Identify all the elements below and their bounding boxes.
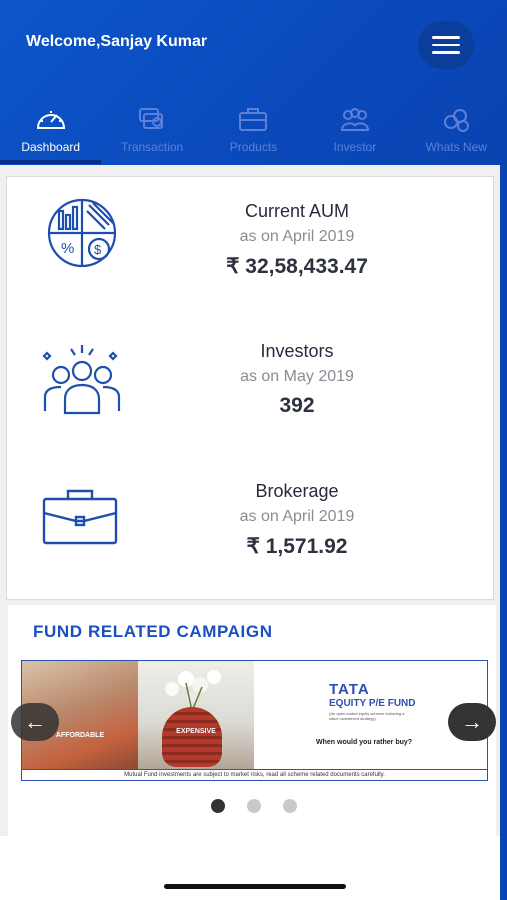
svg-text:%: %: [61, 240, 74, 257]
menu-line: [432, 36, 460, 39]
menu-line: [432, 43, 460, 47]
stat-brokerage[interactable]: Brokerage as on April 2019 ₹ 1,571.92: [7, 457, 495, 577]
stat-value: ₹ 32,58,433.47: [226, 255, 368, 278]
investors-group-icon: [42, 345, 121, 415]
pie-chart-finance-icon: % $: [47, 198, 117, 268]
tab-label: Investor: [333, 140, 377, 154]
flowers-graphic: [165, 670, 221, 711]
expensive-label: EXPENSIVE: [176, 728, 216, 735]
home-indicator[interactable]: [164, 884, 346, 889]
stat-date: as on May 2019: [240, 368, 354, 385]
hamburger-menu-button[interactable]: [418, 21, 474, 69]
vase-graphic: [162, 707, 222, 767]
coins-icon: [444, 109, 470, 132]
tab-whats-new[interactable]: Whats New: [406, 100, 507, 162]
bottom-area: [0, 836, 500, 900]
carousel-prev-button[interactable]: ←: [11, 703, 59, 741]
briefcase-icon: [42, 489, 118, 545]
tab-label: Products: [229, 140, 278, 154]
tab-investor[interactable]: Investor: [304, 100, 405, 162]
carousel-dot[interactable]: [210, 799, 225, 813]
stat-value: 392: [279, 394, 315, 417]
tab-dashboard[interactable]: Dashboard: [0, 100, 101, 162]
app-header: Welcome,Sanjay Kumar Dashboard Transacti…: [0, 0, 507, 165]
stat-date: as on April 2019: [239, 508, 355, 525]
stat-title: Current AUM: [244, 201, 350, 221]
stat-title: Brokerage: [255, 481, 339, 501]
carousel-dots: [0, 799, 507, 813]
carousel-dot[interactable]: [282, 799, 297, 813]
stat-title: Investors: [260, 341, 334, 361]
tab-label: Whats New: [425, 140, 487, 154]
team-icon: [340, 108, 369, 131]
banner-disclaimer: Mutual Fund investments are subject to m…: [22, 769, 487, 780]
fund-name: EQUITY P/E FUND: [329, 698, 416, 709]
speedometer-icon: [36, 111, 65, 129]
welcome-text: Welcome,Sanjay Kumar: [26, 33, 208, 50]
stat-value: ₹ 1,571.92: [246, 535, 348, 558]
tata-logo-text: TATA: [329, 681, 370, 698]
carousel-dot[interactable]: [246, 799, 261, 813]
stats-card: % $ Current AUM as on April 2019 ₹ 32,58…: [6, 176, 494, 600]
vase-photo: EXPENSIVE: [138, 661, 254, 769]
tab-label: Transaction: [120, 140, 184, 154]
fund-subtitle: (An open ended equity scheme following a…: [329, 711, 405, 721]
tab-products[interactable]: Products: [203, 100, 304, 162]
tab-label: Dashboard: [21, 140, 81, 154]
svg-text:$: $: [94, 242, 102, 257]
campaign-title: FUND RELATED CAMPAIGN: [33, 622, 273, 641]
scroll-edge: [500, 165, 507, 900]
menu-line: [432, 51, 460, 54]
briefcase-icon: [239, 108, 268, 131]
banner-question: When would you rather buy?: [316, 739, 413, 746]
tab-bar: Dashboard Transaction Products Investor …: [0, 100, 507, 162]
money-icon: [139, 108, 164, 129]
stat-investors[interactable]: Investors as on May 2019 392: [7, 317, 495, 437]
campaign-banner[interactable]: AFFORDABLE EXPENSIVE TATA EQUITY P/E FUN…: [21, 660, 488, 781]
stat-current-aum[interactable]: % $ Current AUM as on April 2019 ₹ 32,58…: [7, 177, 495, 297]
tab-transaction[interactable]: Transaction: [101, 100, 202, 162]
stat-date: as on April 2019: [239, 228, 355, 245]
active-tab-indicator: [0, 160, 101, 164]
carousel-next-button[interactable]: →: [448, 703, 496, 741]
